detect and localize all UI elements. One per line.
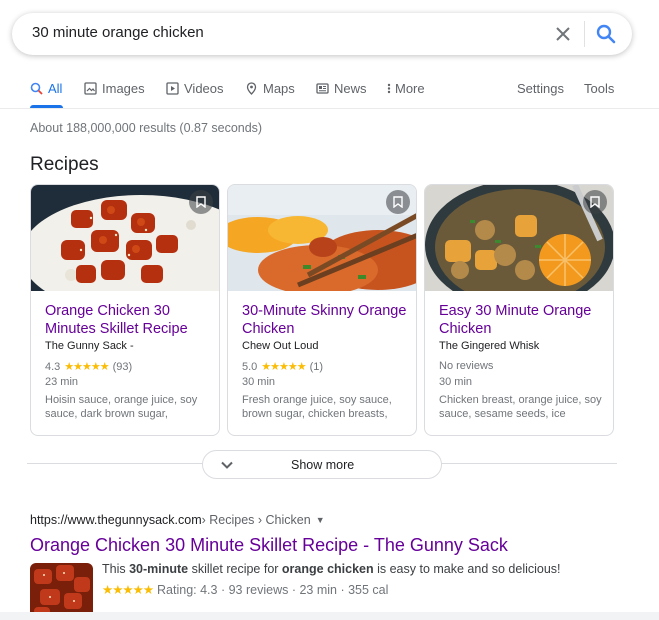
tab-news[interactable]: News — [316, 81, 367, 96]
play-icon — [166, 82, 179, 95]
page-bottom-edge — [0, 612, 659, 620]
tab-more[interactable]: More — [386, 81, 425, 96]
bookmark-icon[interactable] — [583, 190, 607, 214]
recipe-card[interactable]: Easy 30 Minute Orange Chicken The Ginger… — [424, 184, 614, 436]
recipes-heading: Recipes — [30, 154, 99, 175]
search-tabs: All Images Videos Maps News More Setting… — [0, 74, 659, 109]
recipe-rating: 4.3 ★★★★★ (93) — [45, 360, 133, 374]
caret-down-icon[interactable]: ▼ — [316, 515, 325, 525]
snippet-text: is easy to make and so delicious! — [373, 562, 561, 576]
recipe-title[interactable]: Easy 30 Minute Orange Chicken — [439, 302, 604, 338]
recipe-title[interactable]: Orange Chicken 30 Minutes Skillet Recipe — [45, 302, 210, 338]
review-count: (1) — [309, 360, 324, 373]
recipe-source: Chew Out Loud — [242, 340, 319, 352]
recipe-card[interactable]: Orange Chicken 30 Minutes Skillet Recipe… — [30, 184, 220, 436]
star-rating-icon: ★★★★★ — [64, 361, 109, 373]
recipe-ingredients: Hoisin sauce, orange juice, soy sauce, d… — [45, 394, 198, 420]
snippet-text: skillet recipe for — [188, 562, 282, 576]
result-title-link[interactable]: Orange Chicken 30 Minute Skillet Recipe … — [30, 535, 508, 556]
settings-label: Settings — [517, 81, 564, 96]
search-input[interactable]: 30 minute orange chicken — [32, 24, 204, 41]
rating-value: 4.3 — [45, 360, 61, 373]
recipe-ingredients: Chicken breast, orange juice, soy sauce,… — [439, 394, 602, 420]
recipe-card[interactable]: 30-Minute Skinny Orange Chicken Chew Out… — [227, 184, 417, 436]
tab-label: Images — [102, 81, 145, 96]
tab-label: More — [395, 81, 425, 96]
map-pin-icon — [246, 82, 257, 95]
active-tab-indicator — [30, 105, 63, 108]
tab-maps[interactable]: Maps — [245, 81, 295, 96]
result-url[interactable]: https://www.thegunnysack.com › Recipes ›… — [30, 513, 325, 527]
tools-link[interactable]: Tools — [584, 81, 614, 96]
result-domain: https://www.thegunnysack.com — [30, 513, 202, 527]
result-meta-text: Rating: 4.3 · 93 reviews · 23 min · 355 … — [157, 582, 389, 597]
bookmark-icon[interactable] — [386, 190, 410, 214]
recipe-image — [228, 185, 416, 291]
rating-value: 5.0 — [242, 360, 258, 373]
result-snippet: This 30-minute skillet recipe for orange… — [102, 562, 561, 576]
search-bar[interactable]: 30 minute orange chicken — [12, 13, 632, 55]
search-divider — [584, 21, 585, 47]
recipe-source: The Gingered Whisk — [439, 340, 540, 352]
search-icon[interactable] — [594, 22, 620, 46]
more-vert-icon — [387, 83, 391, 94]
recipe-rating: No reviews — [439, 360, 493, 372]
chevron-down-icon — [220, 458, 234, 477]
review-count: (93) — [112, 360, 133, 373]
result-breadcrumb: › Recipes › Chicken — [201, 513, 311, 527]
tab-videos[interactable]: Videos — [166, 81, 224, 96]
snippet-highlight: 30-minute — [129, 562, 189, 576]
result-meta: ★★★★★ Rating: 4.3 · 93 reviews · 23 min … — [102, 582, 389, 598]
tab-label: Maps — [263, 81, 295, 96]
recipe-image — [31, 185, 219, 291]
no-reviews: No reviews — [439, 360, 494, 372]
tab-label: Videos — [184, 81, 224, 96]
star-rating-icon: ★★★★★ — [102, 583, 154, 597]
show-more-label: Show more — [291, 458, 355, 472]
recipe-image — [425, 185, 613, 291]
tools-label: Tools — [584, 81, 615, 96]
image-icon — [84, 82, 97, 95]
recipe-rating: 5.0 ★★★★★ (1) — [242, 360, 324, 374]
recipe-time: 30 min — [439, 376, 473, 388]
tab-all[interactable]: All — [30, 81, 62, 96]
tab-images[interactable]: Images — [84, 81, 145, 96]
clear-icon[interactable] — [552, 23, 574, 45]
snippet-highlight: orange chicken — [281, 562, 374, 576]
star-rating-icon: ★★★★★ — [261, 361, 306, 373]
settings-link[interactable]: Settings — [517, 81, 564, 96]
recipe-title[interactable]: 30-Minute Skinny Orange Chicken — [242, 302, 407, 338]
news-icon — [316, 83, 329, 94]
recipe-time: 30 min — [242, 376, 276, 388]
bookmark-icon[interactable] — [189, 190, 213, 214]
recipe-ingredients: Fresh orange juice, soy sauce, brown sug… — [242, 394, 392, 420]
recipe-time: 23 min — [45, 376, 79, 388]
show-more-button[interactable]: Show more — [202, 450, 442, 479]
tab-label: News — [334, 81, 367, 96]
search-icon — [30, 82, 43, 95]
snippet-text: This — [102, 562, 130, 576]
tab-label: All — [48, 81, 63, 96]
recipe-source: The Gunny Sack - — [45, 340, 134, 352]
result-stats: About 188,000,000 results (0.87 seconds) — [30, 121, 263, 135]
